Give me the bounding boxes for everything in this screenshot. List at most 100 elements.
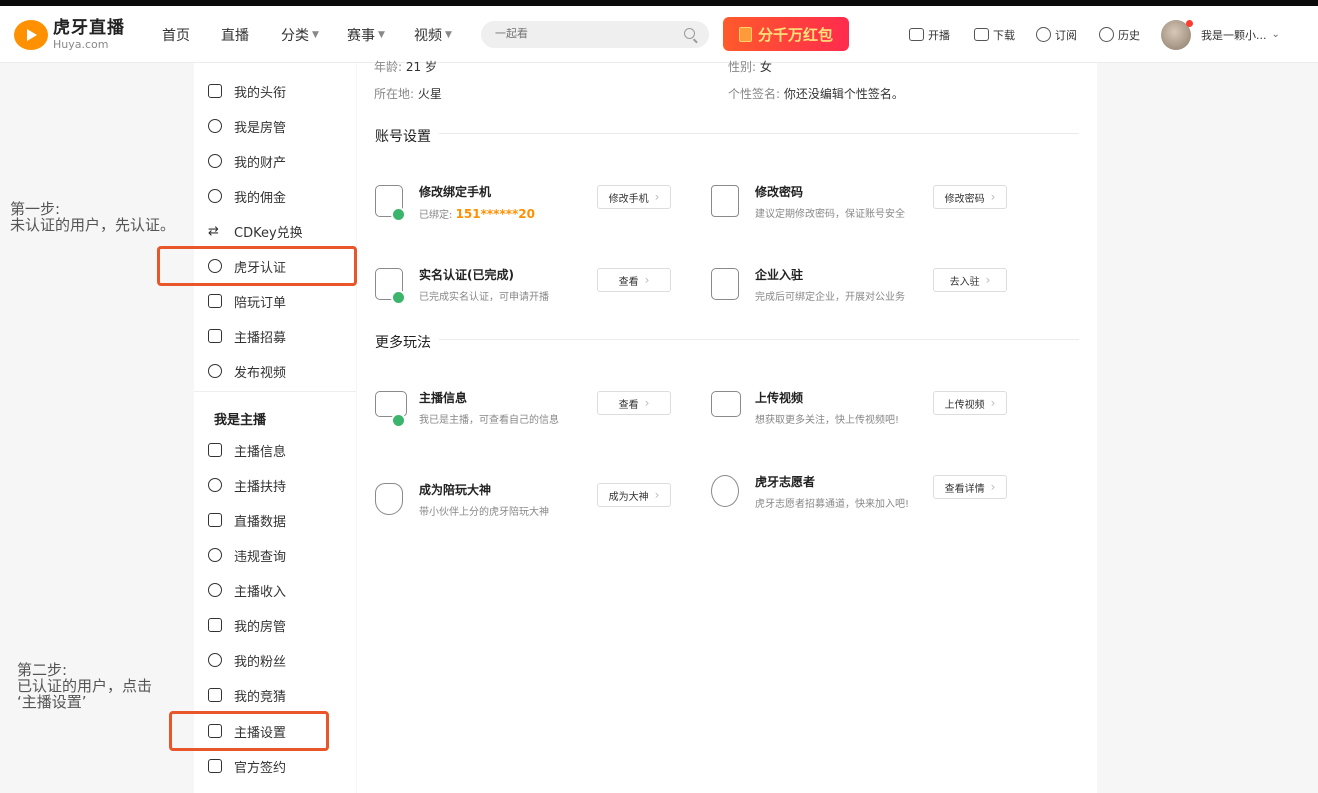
account-settings-title: 账号设置 xyxy=(375,129,431,145)
more-features-title: 更多玩法 xyxy=(375,335,431,351)
info-icon xyxy=(208,548,222,562)
profile-signature: 个性签名: 你还没编辑个性签名。 xyxy=(728,87,904,101)
nav-events[interactable]: 赛事 ▼ xyxy=(347,6,385,63)
card-real-name: 实名认证(已完成) 已完成实名认证，可申请开播 查看 xyxy=(357,266,687,326)
site-header: 虎牙直播 Huya.com 首页 直播 分类▼ 赛事▼ 视频▼ 分千万红包 开播… xyxy=(0,6,1318,63)
huya-logo[interactable]: 虎牙直播 Huya.com xyxy=(14,20,125,50)
order-list-icon xyxy=(208,294,222,308)
building-icon xyxy=(711,268,739,300)
subscribe-button[interactable]: 订阅 xyxy=(1036,6,1077,63)
check-icon xyxy=(391,290,406,305)
sidebar-item-room-admin[interactable]: 我是房管 xyxy=(208,114,286,138)
sidebar-item-play-orders[interactable]: 陪玩订单 xyxy=(208,289,286,313)
go-live-button[interactable]: 开播 xyxy=(909,6,950,63)
sidebar-item-anchor-support[interactable]: 主播扶持 xyxy=(208,473,286,497)
sidebar-item-publish-video[interactable]: 发布视频 xyxy=(208,359,286,383)
recruit-icon xyxy=(208,329,222,343)
main-content: 年龄: 21 岁 性别: 女 所在地: 火星 个性签名: 你还没编辑个性签名。 … xyxy=(357,60,1097,793)
heart-shield-icon xyxy=(208,653,222,667)
join-enterprise-button[interactable]: 去入驻 xyxy=(933,268,1007,292)
card-anchor-info: 主播信息 我已是主播，可查看自己的信息 查看 xyxy=(357,389,687,449)
crown-shield-icon xyxy=(375,483,403,515)
film-icon xyxy=(711,391,741,417)
sidebar-item-my-guess[interactable]: 我的竞猜 xyxy=(208,683,286,707)
red-packet-banner[interactable]: 分千万红包 xyxy=(723,17,849,51)
check-icon xyxy=(391,413,406,428)
search-icon[interactable] xyxy=(684,28,695,39)
compass-icon xyxy=(208,119,222,133)
download-icon xyxy=(974,28,989,41)
search-box xyxy=(481,21,709,48)
dice-icon xyxy=(208,688,222,702)
clock-icon xyxy=(1099,27,1114,42)
section-divider xyxy=(439,339,1079,340)
huya-logo-icon xyxy=(14,20,48,50)
camera-icon xyxy=(909,28,924,41)
chevron-down-icon: ▼ xyxy=(378,29,385,40)
card-become-master: 成为陪玩大神 带小伙伴上分的虎牙陪玩大神 成为大神 xyxy=(357,481,687,541)
upload-video-button[interactable]: 上传视频 xyxy=(933,391,1007,415)
volunteer-details-button[interactable]: 查看详情 xyxy=(933,475,1007,499)
logo-subtext: Huya.com xyxy=(53,38,109,51)
view-verification-button[interactable]: 查看 xyxy=(597,268,671,292)
money-bag-icon xyxy=(208,154,222,168)
sidebar-item-my-assets[interactable]: 我的财产 xyxy=(208,149,286,173)
logo-text: 虎牙直播 xyxy=(53,18,125,38)
person-support-icon xyxy=(208,478,222,492)
nav-video[interactable]: 视频 ▼ xyxy=(414,6,452,63)
heart-icon xyxy=(1036,27,1051,42)
change-password-button[interactable]: 修改密码 xyxy=(933,185,1007,209)
nav-category[interactable]: 分类 ▼ xyxy=(281,6,319,63)
sidebar-item-my-room-admin[interactable]: 我的房管 xyxy=(208,613,286,637)
card-change-password: 修改密码 建议定期修改密码，保证账号安全 修改密码 xyxy=(693,183,1023,243)
sidebar-item-anchor-income[interactable]: 主播收入 xyxy=(208,578,286,602)
card-volunteer: 虎牙志愿者 虎牙志愿者招募通道，快来加入吧! 查看详情 xyxy=(693,473,1023,533)
red-envelope-icon xyxy=(738,26,752,42)
card-upload-video: 上传视频 想获取更多关注，快上传视频吧! 上传视频 xyxy=(693,389,1023,449)
history-button[interactable]: 历史 xyxy=(1099,6,1140,63)
sidebar-item-my-title[interactable]: 我的头衔 xyxy=(208,79,286,103)
card-bind-phone: 修改绑定手机 已绑定: 151******20 修改手机 xyxy=(357,183,687,243)
check-icon xyxy=(391,207,406,222)
shuffle-icon: ⇄ xyxy=(208,223,219,239)
chevron-down-icon: ▼ xyxy=(312,29,319,40)
profile-gender: 性别: 女 xyxy=(728,60,772,74)
lock-icon xyxy=(711,185,739,217)
sidebar-item-cdkey[interactable]: ⇄ CDKey兑换 xyxy=(208,219,303,243)
view-anchor-info-button[interactable]: 查看 xyxy=(597,391,671,415)
card-enterprise: 企业入驻 完成后可绑定企业，开展对公业务 去入驻 xyxy=(693,266,1023,326)
chevron-down-icon: ▼ xyxy=(445,29,452,40)
play-circle-icon xyxy=(208,364,222,378)
bar-chart-icon xyxy=(208,513,222,527)
sidebar-item-anchor-info[interactable]: 主播信息 xyxy=(208,438,286,462)
sidebar-divider xyxy=(194,391,356,392)
nav-home[interactable]: 首页 xyxy=(162,6,190,63)
step2-note: 第二步: 已认证的用户，点击 ‘主播设置’ xyxy=(17,661,153,711)
home-icon xyxy=(208,618,222,632)
step1-note: 第一步: 未认证的用户，先认证。 xyxy=(10,200,176,234)
sidebar-item-anchor-recruit[interactable]: 主播招募 xyxy=(208,324,286,348)
profile-location: 所在地: 火星 xyxy=(374,87,442,101)
user-menu[interactable]: 我是一颗小... ⌄ xyxy=(1201,6,1280,63)
sidebar-group-title: 我是主播 xyxy=(214,413,267,428)
highlight-box-anchor-settings xyxy=(169,711,329,751)
download-button[interactable]: 下载 xyxy=(974,6,1015,63)
home-badge-icon xyxy=(208,84,222,98)
section-divider xyxy=(439,133,1079,134)
profile-age: 年龄: 21 岁 xyxy=(374,60,437,74)
become-master-button[interactable]: 成为大神 xyxy=(597,483,671,507)
change-phone-button[interactable]: 修改手机 xyxy=(597,185,671,209)
sidebar-item-official-contract[interactable]: 官方签约 xyxy=(208,754,286,778)
chevron-down-icon: ⌄ xyxy=(1271,29,1280,40)
coin-icon xyxy=(208,189,222,203)
sidebar-item-commission[interactable]: 我的佣金 xyxy=(208,184,286,208)
sidebar-item-violation[interactable]: 违规查询 xyxy=(208,543,286,567)
sidebar-item-my-fans[interactable]: 我的粉丝 xyxy=(208,648,286,672)
sidebar-item-live-data[interactable]: 直播数据 xyxy=(208,508,286,532)
sidebar: 我的头衔 我是房管 我的财产 我的佣金 ⇄ CDKey兑换 虎牙认证 陪玩订单 主… xyxy=(194,63,356,793)
contract-icon xyxy=(208,759,222,773)
notification-dot xyxy=(1186,20,1193,27)
nav-live[interactable]: 直播 xyxy=(221,6,249,63)
search-input[interactable] xyxy=(495,27,675,40)
heart-outline-icon xyxy=(711,475,739,507)
